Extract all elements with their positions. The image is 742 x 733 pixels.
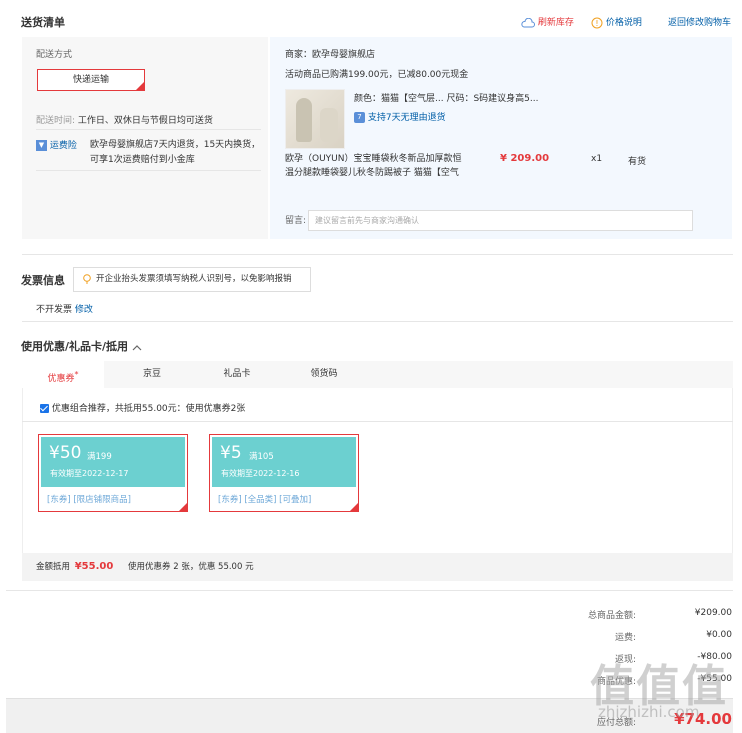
- invoice-modify-link[interactable]: 修改: [75, 305, 93, 315]
- shield-icon: ▼: [36, 140, 47, 151]
- return-policy-label: 支持7天无理由退货: [367, 113, 446, 123]
- coupon-tags: [东券] [限店铺限商品]: [47, 495, 131, 505]
- price-info-link[interactable]: ! 价格说明: [591, 15, 642, 29]
- section-title-invoice: 发票信息: [21, 274, 65, 287]
- remark-input[interactable]: 建议留言前先与商家沟通确认: [308, 210, 693, 231]
- cloud-icon: [521, 17, 535, 27]
- combo-text: 优惠组合推荐，共抵用55.00元：使用优惠券2张: [51, 404, 246, 414]
- product-attributes: 颜色：猫猫【空气层... 尺码：S码建议身高5...: [354, 94, 539, 104]
- express-shipping-label: 快递运输: [72, 75, 109, 85]
- invoice-status-row: 不开发票 修改: [36, 302, 93, 315]
- coupon-condition: 满105: [249, 452, 274, 462]
- selected-corner-icon: [179, 503, 187, 511]
- shipping-method-label: 配送方式: [36, 50, 73, 60]
- tab-gift-card[interactable]: 礼品卡: [197, 361, 277, 388]
- coupon-card-header: ¥5 满105 有效期至2022-12-16: [212, 437, 356, 487]
- divider: [22, 421, 733, 422]
- refresh-stock-link[interactable]: 刷新库存: [521, 15, 574, 28]
- product-image[interactable]: [285, 89, 345, 149]
- summary-value: ¥209.00: [694, 608, 732, 618]
- express-shipping-button[interactable]: 快递运输: [37, 69, 145, 91]
- remark-placeholder: 建议留言前先与商家沟通确认: [315, 216, 419, 225]
- price-info-label: 价格说明: [605, 18, 642, 28]
- deduct-label: 金额抵用: [36, 562, 71, 572]
- delivery-time-label: 配送时间:: [36, 116, 76, 126]
- delivery-time: 配送时间: 工作日、双休日与节假日均可送货: [36, 113, 213, 126]
- product-price: ¥ 209.00: [500, 153, 550, 164]
- coupon-expiry: 有效期至2022-12-16: [221, 469, 300, 478]
- freight-insurance-label: 运费险: [49, 141, 77, 151]
- chevron-up-icon: [132, 344, 142, 350]
- deduct-amount: ¥55.00: [74, 561, 114, 572]
- freight-text-line-1: 欧孕母婴旗舰店7天内退货，15天内换货，: [90, 140, 261, 150]
- coupon-expiry: 有效期至2022-12-17: [50, 469, 129, 478]
- coupons-title-label: 使用优惠/礼品卡/抵用: [21, 340, 129, 353]
- divider: [22, 321, 733, 322]
- divider: [36, 129, 261, 130]
- merchant-name: 商家：欧孕母婴旗舰店: [285, 50, 376, 60]
- invoice-tip: 开企业抬头发票须填写纳税人识别号，以免影响报销: [73, 267, 311, 292]
- freight-insurance-text: 欧孕母婴旗舰店7天内退货，15天内换货， 可享1次运费赔付到小金库: [90, 138, 260, 168]
- coupon-tabs: 优惠券* 京豆 礼品卡 领货码: [22, 361, 733, 388]
- coupon-condition: 满199: [87, 452, 112, 462]
- product-quantity: x1: [591, 154, 603, 164]
- product-title-line-2: 温分腿款睡袋婴儿秋冬防踢被子 猫猫【空气: [285, 168, 459, 178]
- promo-text: 活动商品已购满199.00元，已减80.00元现金: [285, 70, 469, 80]
- tab-coupons[interactable]: 优惠券*: [22, 361, 104, 388]
- divider: [22, 254, 733, 255]
- freight-insurance-badge[interactable]: ▼ 运费险: [36, 138, 77, 151]
- watermark-url: zhizhizhi.com: [598, 703, 700, 721]
- refresh-stock-label: 刷新库存: [537, 18, 574, 28]
- coupon-card-header: ¥50 满199 有效期至2022-12-17: [41, 437, 185, 487]
- combo-checkbox[interactable]: [40, 404, 49, 413]
- tab-jingdou[interactable]: 京豆: [112, 361, 192, 388]
- coupon-tags: [东券] [全品类] [可叠加]: [218, 495, 312, 505]
- section-title-coupons[interactable]: 使用优惠/礼品卡/抵用: [21, 338, 142, 354]
- lightbulb-icon: [83, 274, 91, 284]
- invoice-tip-text: 开企业抬头发票须填写纳税人识别号，以免影响报销: [96, 274, 292, 284]
- coupon-deduct-bar: 金额抵用 ¥55.00 使用优惠券 2 张，优惠 55.00 元: [22, 553, 733, 581]
- summary-label: 总商品金额:: [587, 611, 636, 621]
- coupon-amount: ¥50: [49, 443, 82, 463]
- tab-redeem-code[interactable]: 领货码: [284, 361, 364, 388]
- freight-text-line-2: 可享1次运费赔付到小金库: [90, 155, 195, 165]
- return-policy: 7 支持7天无理由退货: [354, 110, 446, 123]
- return-policy-icon: 7: [354, 112, 365, 123]
- section-title-delivery-list: 送货清单: [21, 16, 65, 29]
- remark-label: 留言:: [285, 216, 307, 226]
- coupon-amount: ¥5: [220, 443, 242, 463]
- coupon-card[interactable]: ¥5 满105 有效期至2022-12-16 [东券] [全品类] [可叠加]: [209, 434, 359, 512]
- selected-corner-icon: [350, 503, 358, 511]
- selected-corner-icon: [136, 82, 144, 90]
- tab-coupons-label: 优惠券: [47, 374, 75, 384]
- divider: [6, 590, 733, 591]
- delivery-time-value: 工作日、双休日与节假日均可送货: [77, 116, 213, 126]
- divider: [36, 170, 261, 171]
- coupon-card[interactable]: ¥50 满199 有效期至2022-12-17 [东券] [限店铺限商品]: [38, 434, 188, 512]
- back-to-cart-link[interactable]: 返回修改购物车: [668, 15, 731, 28]
- product-title-line-1: 欧孕（OUYUN）宝宝睡袋秋冬新品加厚款恒: [285, 154, 462, 164]
- invoice-status: 不开发票: [36, 305, 73, 315]
- tab-required-mark: *: [74, 370, 79, 379]
- stock-status: 有货: [628, 157, 647, 167]
- summary-label: 运费:: [614, 633, 636, 643]
- summary-value: ¥0.00: [706, 630, 732, 640]
- info-icon: !: [591, 17, 603, 28]
- coupon-combo-recommend[interactable]: 优惠组合推荐，共抵用55.00元：使用优惠券2张: [40, 401, 245, 414]
- product-image-figure: [320, 108, 338, 142]
- deduct-summary: 使用优惠券 2 张，优惠 55.00 元: [128, 562, 254, 572]
- product-title-link[interactable]: 欧孕（OUYUN）宝宝睡袋秋冬新品加厚款恒 温分腿款睡袋婴儿秋冬防踢被子 猫猫【…: [285, 152, 485, 180]
- product-image-figure: [296, 98, 312, 142]
- svg-text:!: !: [595, 19, 598, 28]
